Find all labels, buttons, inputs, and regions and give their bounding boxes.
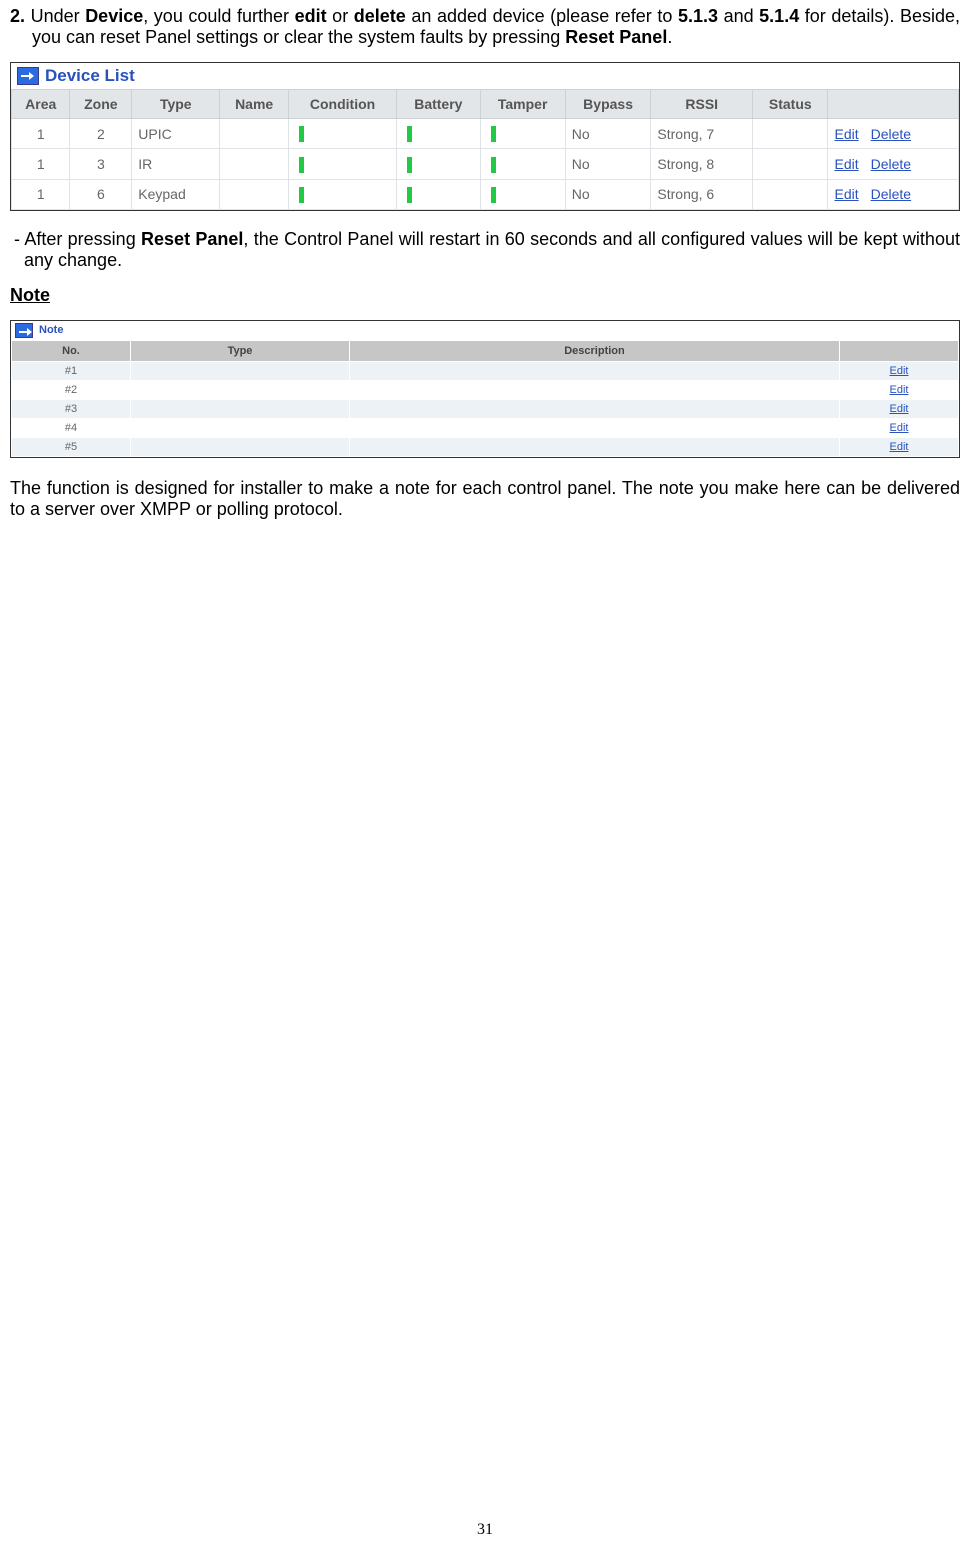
col-bypass: Bypass bbox=[565, 90, 651, 119]
delete-link[interactable]: Delete bbox=[871, 186, 911, 202]
table-header-row: Area Zone Type Name Condition Battery Ta… bbox=[12, 90, 959, 119]
col-act bbox=[840, 340, 959, 361]
note-title: Note bbox=[11, 321, 959, 340]
table-row: #1Edit bbox=[12, 361, 959, 380]
col-area: Area bbox=[12, 90, 70, 119]
note-title-text: Note bbox=[39, 324, 63, 336]
page-number: 31 bbox=[0, 1521, 970, 1539]
edit-link[interactable]: Edit bbox=[890, 441, 909, 453]
status-indicator-icon bbox=[299, 157, 304, 173]
edit-link[interactable]: Edit bbox=[834, 156, 858, 172]
col-tamper: Tamper bbox=[480, 90, 565, 119]
status-indicator-icon bbox=[491, 157, 496, 173]
edit-link[interactable]: Edit bbox=[890, 384, 909, 396]
table-row: #2Edit bbox=[12, 380, 959, 399]
col-name: Name bbox=[220, 90, 289, 119]
delete-link[interactable]: Delete bbox=[871, 156, 911, 172]
table-row: 13IRNoStrong, 8EditDelete bbox=[12, 149, 959, 179]
device-list-title: Device List bbox=[11, 63, 959, 89]
arrow-panel-icon bbox=[15, 323, 33, 338]
col-zone: Zone bbox=[70, 90, 132, 119]
paragraph-note-desc: The function is designed for installer t… bbox=[10, 478, 960, 520]
col-no: No. bbox=[12, 340, 131, 361]
col-actions bbox=[828, 90, 959, 119]
col-battery: Battery bbox=[397, 90, 480, 119]
edit-link[interactable]: Edit bbox=[834, 186, 858, 202]
device-list-title-text: Device List bbox=[45, 66, 135, 86]
col-rssi: RSSI bbox=[651, 90, 753, 119]
status-indicator-icon bbox=[491, 126, 496, 142]
table-row: 12UPICNoStrong, 7EditDelete bbox=[12, 119, 959, 149]
device-list-panel: Device List Area Zone Type Name Conditio… bbox=[10, 62, 960, 211]
table-row: #3Edit bbox=[12, 399, 959, 418]
edit-link[interactable]: Edit bbox=[890, 422, 909, 434]
table-row: 16KeypadNoStrong, 6EditDelete bbox=[12, 179, 959, 209]
col-type: Type bbox=[131, 340, 350, 361]
device-list-table: Area Zone Type Name Condition Battery Ta… bbox=[11, 89, 959, 210]
delete-link[interactable]: Delete bbox=[871, 126, 911, 142]
status-indicator-icon bbox=[407, 157, 412, 173]
paragraph-device-intro: 2. Under Device, you could further edit … bbox=[10, 6, 960, 48]
col-type: Type bbox=[132, 90, 220, 119]
paragraph-reset-panel: - After pressing Reset Panel, the Contro… bbox=[10, 229, 960, 271]
status-indicator-icon bbox=[299, 126, 304, 142]
note-table: No. Type Description #1Edit#2Edit#3Edit#… bbox=[11, 340, 959, 457]
table-header-row: No. Type Description bbox=[12, 340, 959, 361]
note-panel: Note No. Type Description #1Edit#2Edit#3… bbox=[10, 320, 960, 458]
status-indicator-icon bbox=[407, 187, 412, 203]
status-indicator-icon bbox=[491, 187, 496, 203]
col-condition: Condition bbox=[288, 90, 396, 119]
table-row: #4Edit bbox=[12, 418, 959, 437]
edit-link[interactable]: Edit bbox=[890, 403, 909, 415]
col-status: Status bbox=[753, 90, 828, 119]
status-indicator-icon bbox=[299, 187, 304, 203]
col-desc: Description bbox=[350, 340, 840, 361]
status-indicator-icon bbox=[407, 126, 412, 142]
note-heading: Note bbox=[10, 285, 960, 306]
edit-link[interactable]: Edit bbox=[890, 365, 909, 377]
edit-link[interactable]: Edit bbox=[834, 126, 858, 142]
table-row: #5Edit bbox=[12, 437, 959, 456]
arrow-panel-icon bbox=[17, 67, 39, 85]
